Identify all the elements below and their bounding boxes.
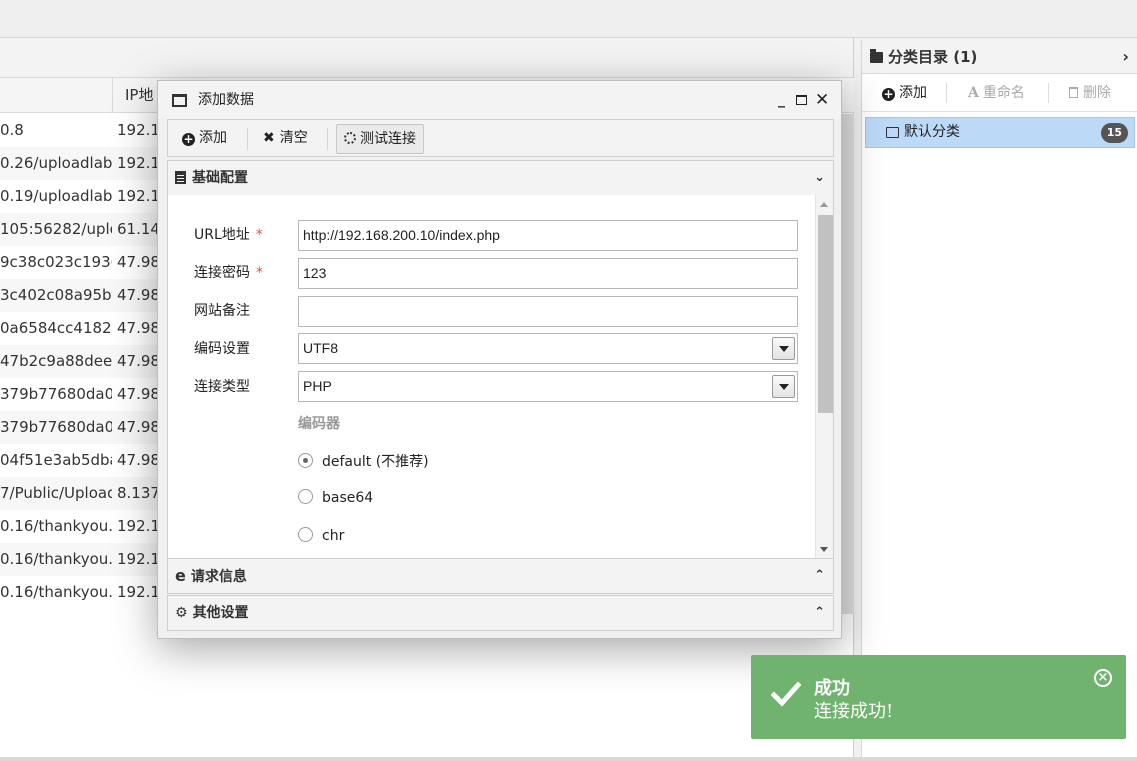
section-basic-config[interactable]: 基础配置 ⌄	[167, 160, 834, 196]
cell-url: 04f51e3ab5dba8	[0, 451, 112, 469]
cell-url: 0.16/thankyou.p	[0, 583, 112, 601]
section-other-settings[interactable]: ⚙ 其他设置 ⌃	[167, 595, 834, 631]
note-field[interactable]	[298, 296, 798, 327]
category-toolbar: + 添加 A 重命名 删除	[862, 74, 1137, 112]
encoder-heading: 编码器	[298, 416, 340, 432]
cell-url: 0.16/thankyou.p	[0, 517, 112, 535]
dropdown-arrow-icon[interactable]	[772, 375, 795, 398]
dropdown-arrow-icon[interactable]	[772, 337, 795, 360]
test-connection-button[interactable]: 测试连接	[336, 124, 424, 154]
chevron-down-icon[interactable]: ⌄	[814, 161, 825, 195]
type-select-value: PHP	[303, 378, 332, 394]
dialog-toolbar: + 添加 ✖ 清空 测试连接	[167, 119, 834, 157]
category-item-label: 默认分类	[904, 124, 960, 140]
grid-scrollbar[interactable]	[842, 114, 854, 614]
password-label: 连接密码	[194, 265, 250, 281]
clear-button[interactable]: ✖ 清空	[263, 120, 308, 156]
encoding-select[interactable]: UTF8	[298, 333, 798, 364]
type-label: 连接类型	[194, 379, 250, 395]
password-field[interactable]: 123	[298, 258, 798, 289]
scroll-up-icon[interactable]	[820, 202, 828, 207]
chevron-up-icon[interactable]: ⌃	[814, 559, 825, 593]
cell-url: 0.16/thankyou.p	[0, 550, 112, 568]
check-icon	[771, 681, 801, 707]
cell-url: 0.19/uploadlabs,	[0, 187, 112, 205]
top-toolbar	[0, 0, 1137, 38]
scroll-thumb[interactable]	[818, 215, 833, 413]
form-scrollbar[interactable]	[815, 195, 833, 559]
count-badge: 15	[1100, 123, 1128, 143]
folder-icon	[870, 49, 883, 63]
trash-icon	[1069, 87, 1078, 98]
cell-url: 105:56282/uplo	[0, 220, 112, 238]
encoder-radio-default[interactable]: default (不推荐)	[298, 451, 429, 471]
encoding-select-value: UTF8	[303, 340, 338, 356]
radio-icon[interactable]	[298, 489, 313, 504]
section-request-info[interactable]: e 请求信息 ⌃	[167, 558, 834, 594]
minimize-icon[interactable]: _	[778, 81, 785, 119]
category-add-button[interactable]: + 添加	[882, 74, 927, 112]
radio-selected-icon[interactable]	[298, 453, 313, 468]
file-text-icon	[175, 171, 186, 184]
maximize-icon[interactable]	[796, 82, 807, 120]
url-field[interactable]: http://192.168.200.10/index.php	[298, 220, 798, 251]
category-delete-button[interactable]: 删除	[1069, 74, 1111, 112]
chevron-right-icon[interactable]: ›	[1122, 40, 1129, 74]
note-label: 网站备注	[194, 303, 250, 319]
cell-url: 3c402c08a95b3(	[0, 286, 112, 304]
category-panel: 分类目录 (1) › + 添加 A 重命名 删除 默认分类 15	[861, 40, 1137, 757]
radio-icon[interactable]	[298, 527, 313, 542]
window-icon	[172, 94, 187, 107]
toolbar-divider	[327, 128, 328, 150]
cell-url: 0a6584cc4182f8	[0, 319, 112, 337]
cell-url: 379b77680da0(	[0, 418, 112, 436]
toolbar-divider	[946, 83, 947, 103]
cell-url: 7/Public/Upload	[0, 484, 112, 502]
font-icon: A	[968, 85, 979, 101]
spinner-icon	[344, 132, 356, 144]
basic-config-form: URL地址 * http://192.168.200.10/index.php 连…	[167, 195, 834, 559]
cell-url: 9c38c023c1936!	[0, 253, 112, 271]
chevron-up-icon[interactable]: ⌃	[814, 596, 825, 630]
category-rename-button[interactable]: A 重命名	[968, 74, 1025, 112]
url-label: URL地址	[194, 227, 250, 243]
cell-url: 0.8	[0, 121, 24, 139]
ie-icon: e	[175, 566, 186, 585]
plus-circle-icon: +	[182, 132, 195, 146]
success-toast: 成功 连接成功! ×	[751, 655, 1126, 739]
toolbar-divider	[1048, 83, 1049, 103]
dialog-title: 添加数据	[198, 92, 254, 108]
add-data-dialog: 添加数据 _ ✕ + 添加 ✖ 清空 测试连接 基础配置 ⌄ URL地址 * http…	[157, 80, 842, 639]
grid-panel-header	[0, 38, 853, 78]
type-select[interactable]: PHP	[298, 371, 798, 402]
dialog-titlebar[interactable]: 添加数据 _ ✕	[158, 81, 841, 119]
close-icon[interactable]: ×	[1094, 669, 1112, 687]
category-title: 分类目录 (1)	[888, 48, 978, 66]
close-icon[interactable]: ✕	[815, 81, 829, 119]
encoding-label: 编码设置	[194, 341, 250, 357]
encoder-radio-chr[interactable]: chr	[298, 527, 344, 544]
cell-url: 47b2c9a88dee2	[0, 352, 112, 370]
required-mark: *	[256, 265, 263, 281]
required-mark: *	[255, 227, 263, 243]
category-item-default[interactable]: 默认分类 15	[865, 117, 1135, 148]
toast-message: 连接成功!	[814, 701, 894, 722]
cell-url: 379b77680da0(	[0, 385, 112, 403]
folder-open-icon	[886, 127, 899, 138]
toolbar-divider	[247, 128, 248, 150]
encoder-radio-base64[interactable]: base64	[298, 489, 373, 506]
times-icon: ✖	[263, 130, 275, 146]
gears-icon: ⚙	[175, 605, 188, 621]
plus-circle-icon: +	[882, 87, 895, 101]
add-button[interactable]: + 添加	[182, 120, 227, 156]
column-header-ip[interactable]: IP地	[112, 78, 153, 113]
category-header: 分类目录 (1) ›	[862, 40, 1137, 74]
status-bar	[0, 757, 1137, 761]
cell-url: 0.26/uploadlabs,	[0, 154, 112, 172]
scroll-down-icon[interactable]	[820, 547, 828, 552]
